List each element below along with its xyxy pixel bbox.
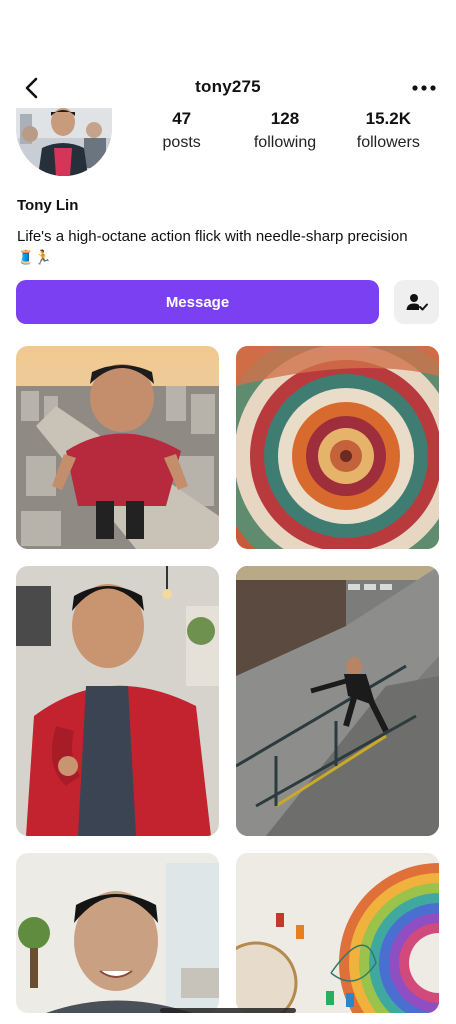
display-name: Tony Lin (17, 197, 79, 214)
posts-stat[interactable]: 47 posts (130, 108, 233, 158)
username-title: tony275 (195, 77, 261, 96)
posts-label: posts (162, 134, 201, 151)
post-image-red-jacket (16, 566, 219, 836)
more-horizontal-icon (412, 85, 436, 91)
followers-count: 15.2K (365, 109, 411, 128)
followers-stat[interactable]: 15.2K followers (337, 108, 440, 158)
profile-bio: Life's a high-octane action flick with n… (17, 227, 437, 268)
post-image-sewing-threads (236, 853, 439, 1013)
person-check-icon (406, 294, 428, 311)
post-thumbnail[interactable] (236, 346, 439, 549)
bio-emoji: 🧵🏃 (17, 249, 52, 265)
post-image-parkour-rail (236, 566, 439, 836)
post-image-rooftop-jump (16, 346, 219, 549)
bio-text: Life's a high-octane action flick with n… (17, 228, 408, 245)
post-thumbnail[interactable] (236, 853, 439, 1013)
top-navigation-bar: tony275 (0, 68, 456, 108)
post-image-fabric-swirl (236, 346, 439, 549)
post-thumbnail[interactable] (236, 566, 439, 836)
post-thumbnail[interactable] (16, 346, 219, 549)
followers-label: followers (356, 134, 420, 151)
more-options-button[interactable] (410, 74, 438, 102)
profile-avatar[interactable] (16, 108, 112, 176)
avatar-photo (16, 108, 112, 176)
message-button[interactable]: Message (16, 280, 379, 324)
post-image-smiling-portrait (16, 853, 219, 1013)
home-indicator (160, 1008, 296, 1013)
post-thumbnail[interactable] (16, 853, 219, 1013)
following-status-button[interactable] (394, 280, 439, 324)
following-stat[interactable]: 128 following (233, 108, 336, 158)
profile-stats: 47 posts 128 following 15.2K followers (130, 108, 440, 158)
posts-count: 47 (172, 109, 192, 128)
following-count: 128 (270, 109, 300, 128)
following-label: following (253, 134, 317, 151)
post-thumbnail[interactable] (16, 566, 219, 836)
